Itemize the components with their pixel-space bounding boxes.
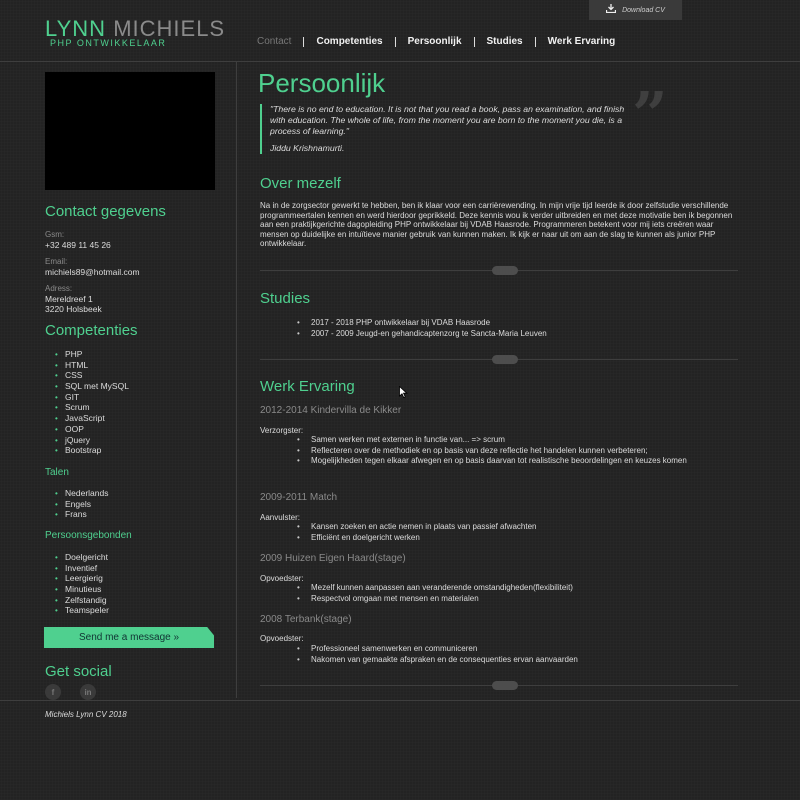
list-item: CSS [55,370,129,381]
quote-mark-icon: ” [632,78,668,151]
job-role: Opvoedster: [260,574,304,583]
list-item: Doelgericht [55,552,109,563]
list-item: Mogelijkheden tegen elkaar afwegen en op… [297,456,727,467]
list-item: Frans [55,509,108,520]
nav-studies[interactable]: Studies [473,37,535,47]
about-heading: Over mezelf [260,175,341,192]
list-item: Nakomen van gemaakte afspraken en de con… [297,655,578,666]
job-items: Professioneel samenwerken en communicere… [297,644,578,665]
persoonsgebonden-list: Doelgericht Inventief Leergierig Minutie… [55,552,109,616]
social-heading: Get social [45,663,112,680]
address-label: Adress: [45,284,73,293]
list-item: Kansen zoeken en actie nemen in plaats v… [297,522,536,533]
list-item: 2007 - 2009 Jeugd-en gehandicaptenzorg t… [297,329,547,340]
competenties-heading: Competenties [45,322,138,339]
contact-address: Adress: Mereldreef 1 3220 Holsbeek [45,284,102,314]
list-item: Efficiënt en doelgericht werken [297,533,536,544]
quote-text: "There is no end to education. It is not… [270,104,625,136]
list-item: Nederlands [55,488,108,499]
list-item: Samen werken met externen in functie van… [297,435,727,446]
job-role: Opvoedster: [260,634,304,643]
mouse-cursor-icon [399,386,408,398]
list-item: Bootstrap [55,445,129,456]
job-role: Verzorgster: [260,426,304,435]
job-items: Samen werken met externen in functie van… [297,435,727,467]
job-items: Kansen zoeken en actie nemen in plaats v… [297,522,536,543]
list-item: Reflecteren over de methodiek en op basi… [297,446,727,457]
studies-heading: Studies [260,290,311,307]
list-item: Zelfstandig [55,595,109,606]
list-item: PHP [55,349,129,360]
job-title: 2009 Huizen Eigen Haard(stage) [260,553,406,564]
list-item: Respectvol omgaan met mensen en material… [297,594,573,605]
contact-email: Email: michiels89@hotmail.com [45,257,140,277]
list-item: jQuery [55,435,129,446]
studies-list: 2017 - 2018 PHP ontwikkelaar bij VDAB Ha… [297,318,547,339]
profile-photo [45,72,215,190]
list-item: Minutieus [55,584,109,595]
talen-heading: Talen [45,467,69,478]
list-item: Professioneel samenwerken en communicere… [297,644,578,655]
job-items: Mezelf kunnen aanpassen aan veranderende… [297,583,573,604]
list-item: Inventief [55,563,109,574]
job-title: 2008 Terbank(stage) [260,614,352,625]
list-item: OOP [55,424,129,435]
address-line1: Mereldreef 1 [45,294,93,304]
list-item: JavaScript [55,413,129,424]
sidebar-divider [236,62,237,698]
send-message-button[interactable]: Send me a message » [44,627,214,648]
footer-text: Michiels Lynn CV 2018 [45,710,127,719]
download-cv-button[interactable]: Download CV [589,0,682,20]
linkedin-icon[interactable]: in [80,684,96,700]
footer-divider [0,700,800,701]
nav-persoonlijk[interactable]: Persoonlijk [394,37,474,47]
list-item: Scrum [55,402,129,413]
address-line2: 3220 Holsbeek [45,304,102,314]
contact-gsm: Gsm: +32 489 11 45 26 [45,230,111,250]
list-item: GIT [55,392,129,403]
job-title: 2009-2011 Match [260,492,338,503]
persoonsgebonden-heading: Persoonsgebonden [45,530,132,541]
section-separator [260,265,738,275]
about-text: Na in de zorgsector gewerkt te hebben, b… [260,201,733,249]
job-role: Aanvulster: [260,513,301,522]
email-label: Email: [45,257,68,266]
nav-werk-ervaring[interactable]: Werk Ervaring [534,37,628,47]
talen-list: Nederlands Engels Frans [55,488,108,520]
download-cv-label: Download CV [622,6,665,14]
competenties-list: PHP HTML CSS SQL met MySQL GIT Scrum Jav… [55,349,129,456]
list-item: Teamspeler [55,605,109,616]
quote-block: "There is no end to education. It is not… [260,104,625,154]
gsm-value[interactable]: +32 489 11 45 26 [45,240,111,250]
email-value[interactable]: michiels89@hotmail.com [45,267,140,277]
werk-heading: Werk Ervaring [260,378,355,395]
page-title: Persoonlijk [258,68,386,98]
list-item: HTML [55,360,129,371]
quote-author: Jiddu Krishnamurti. [270,143,345,153]
job-title: 2012-2014 Kindervilla de Kikker [260,405,402,416]
list-item: Leergierig [55,573,109,584]
facebook-icon[interactable]: f [45,684,61,700]
header-divider [0,61,800,62]
list-item: SQL met MySQL [55,381,129,392]
nav-competenties[interactable]: Competenties [303,37,394,47]
list-item: 2017 - 2018 PHP ontwikkelaar bij VDAB Ha… [297,318,547,329]
gsm-label: Gsm: [45,230,65,239]
list-item: Mezelf kunnen aanpassen aan veranderende… [297,583,573,594]
download-icon [605,4,617,16]
logo-subtitle: PHP ONTWIKKELAAR [50,38,167,48]
nav-contact[interactable]: Contact [245,37,303,47]
section-separator [260,354,738,364]
main-nav: Contact Competenties Persoonlijk Studies… [245,37,627,47]
section-separator [260,680,738,690]
contact-heading: Contact gegevens [45,203,166,220]
list-item: Engels [55,499,108,510]
